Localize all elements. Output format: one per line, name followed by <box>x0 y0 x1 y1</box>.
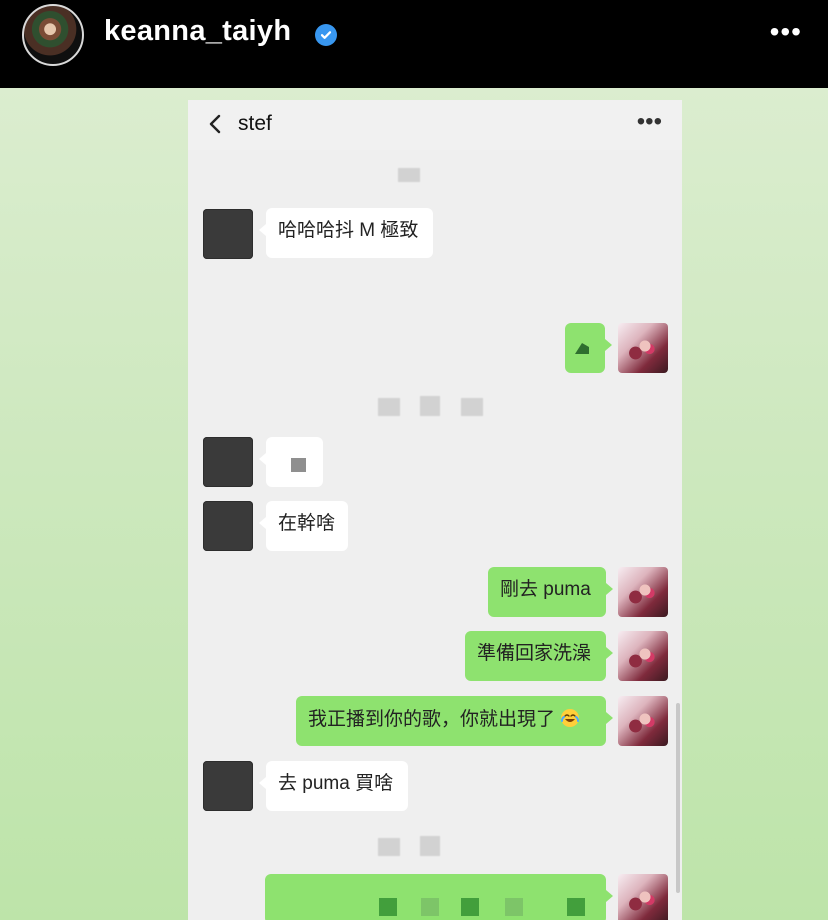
self-avatar[interactable] <box>618 567 668 617</box>
blurred-timestamp <box>461 398 483 416</box>
self-avatar[interactable] <box>618 874 668 920</box>
chat-contact-name: stef <box>238 112 272 135</box>
contact-avatar[interactable] <box>203 501 253 551</box>
self-avatar[interactable] <box>618 696 668 746</box>
self-avatar[interactable] <box>618 323 668 373</box>
outgoing-message-bubble: 我正播到你的歌，你就出現了 <box>296 696 613 746</box>
redacted-pixel-block <box>505 898 523 916</box>
blurred-timestamp <box>398 168 420 182</box>
message-text: 哈哈哈抖 M 極致 <box>278 220 419 241</box>
blurred-timestamp <box>420 836 440 856</box>
more-options-button[interactable]: ••• <box>770 18 802 46</box>
outgoing-redacted-bubble[interactable] <box>265 874 613 920</box>
outgoing-message-bubble: 剛去 puma <box>488 567 613 617</box>
media-thumbnail-icon <box>575 343 589 354</box>
redacted-pixel-block <box>567 898 585 916</box>
profile-avatar[interactable] <box>22 4 84 66</box>
contact-avatar[interactable] <box>203 209 253 259</box>
incoming-media-bubble[interactable] <box>259 437 323 487</box>
back-chevron-icon[interactable] <box>204 112 226 136</box>
outgoing-message-bubble: 準備回家洗澡 <box>465 631 613 681</box>
blurred-timestamp <box>378 398 400 416</box>
blurred-timestamp <box>378 838 400 856</box>
blurred-timestamp <box>420 396 440 416</box>
incoming-message-bubble: 在幹啥 <box>259 501 348 551</box>
chat-more-button[interactable]: ••• <box>637 108 662 136</box>
message-text: 在幹啥 <box>278 513 336 534</box>
incoming-message-bubble: 去 puma 買啥 <box>259 761 408 811</box>
chat-topbar: stef ••• <box>188 100 682 150</box>
story-header: keanna_taiyh ••• <box>0 0 828 88</box>
chat-screenshot-panel: stef ••• 哈哈哈抖 M 極致 在幹啥 剛去 puma 準備回家洗澡 我正… <box>188 100 682 920</box>
contact-avatar[interactable] <box>203 761 253 811</box>
self-avatar[interactable] <box>618 631 668 681</box>
chat-scrollbar[interactable] <box>676 703 680 893</box>
outgoing-media-bubble[interactable] <box>565 323 612 373</box>
profile-username[interactable]: keanna_taiyh <box>104 15 291 48</box>
laughing-tears-emoji-icon <box>560 708 580 728</box>
redacted-media-icon <box>291 458 306 472</box>
verified-badge-icon <box>315 24 337 46</box>
contact-avatar[interactable] <box>203 437 253 487</box>
message-text: 剛去 puma <box>500 579 591 600</box>
message-text: 準備回家洗澡 <box>477 643 592 664</box>
message-text: 我正播到你的歌，你就出現了 <box>308 709 556 730</box>
redacted-pixel-block <box>461 898 479 916</box>
redacted-pixel-block <box>421 898 439 916</box>
incoming-message-bubble: 哈哈哈抖 M 極致 <box>259 208 433 258</box>
redacted-pixel-block <box>379 898 397 916</box>
message-text: 去 puma 買啥 <box>278 773 394 794</box>
